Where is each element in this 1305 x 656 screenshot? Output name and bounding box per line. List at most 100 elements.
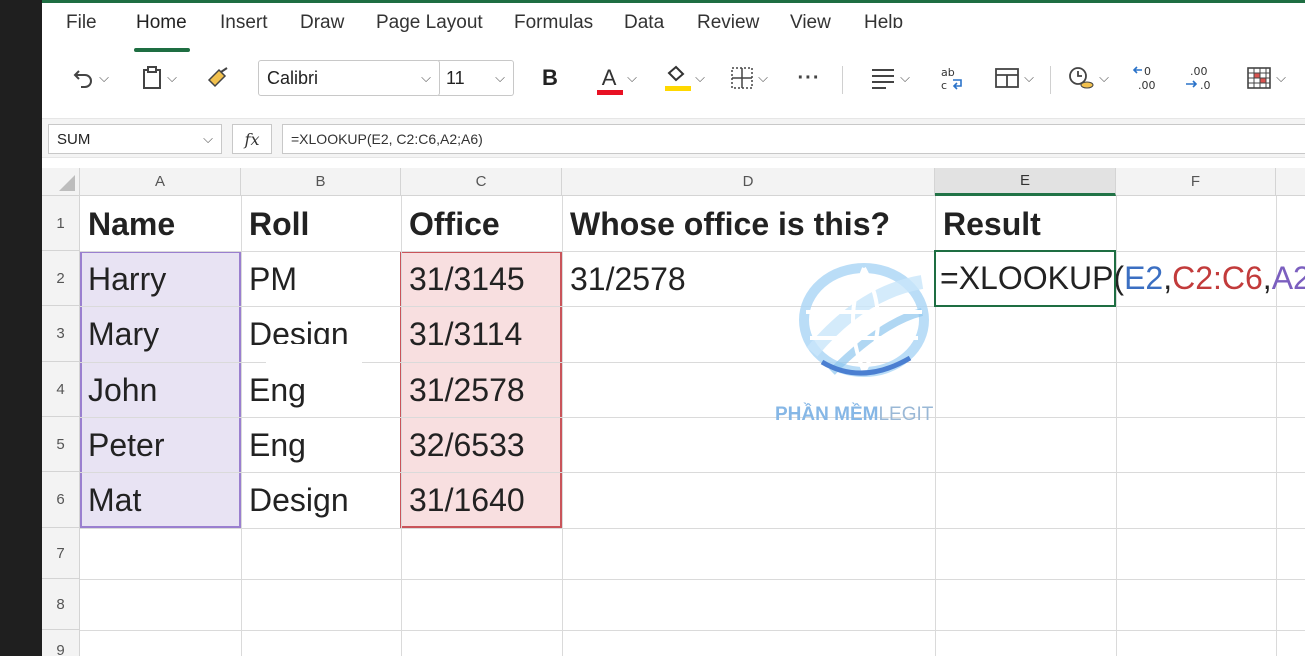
cell-c5[interactable]: 32/6533 bbox=[401, 418, 562, 472]
watermark-text: PHẦN MỀMLEGIT bbox=[775, 404, 933, 426]
globe-logo-icon bbox=[799, 263, 929, 377]
cell-c6[interactable]: 31/1640 bbox=[401, 473, 562, 528]
row-header-5[interactable]: 5 bbox=[42, 417, 80, 472]
row-header-4[interactable]: 4 bbox=[42, 362, 80, 417]
chevron-down-icon: ⌵ bbox=[99, 70, 109, 85]
column-header-next[interactable] bbox=[1276, 168, 1305, 196]
merge-cells-button[interactable]: ⌵ bbox=[986, 62, 1042, 94]
wrap-text-button[interactable]: ab c bbox=[934, 62, 970, 94]
worksheet-grid: A B C D E F 1 2 3 4 5 6 7 8 9 Name Roll … bbox=[42, 168, 1305, 656]
currency-clock-icon bbox=[1069, 67, 1094, 89]
tab-formulas[interactable]: Formulas bbox=[514, 12, 593, 34]
borders-button[interactable]: ⌵ bbox=[724, 62, 774, 94]
cell-c3[interactable]: 31/3114 bbox=[401, 307, 562, 362]
toolbar-divider bbox=[1050, 66, 1051, 94]
formula-comma: , bbox=[1163, 260, 1173, 296]
cell-b6[interactable]: Design bbox=[241, 473, 401, 528]
chevron-down-icon: ⌵ bbox=[758, 70, 768, 85]
formula-ref-c2-c6: C2:C6 bbox=[1172, 260, 1263, 296]
row-header-6[interactable]: 6 bbox=[42, 472, 80, 528]
clipboard-icon bbox=[143, 66, 162, 89]
chevron-down-icon: ⌵ bbox=[495, 70, 505, 85]
cell-c2[interactable]: 31/3145 bbox=[401, 252, 562, 306]
formula-comma: , bbox=[1262, 260, 1272, 296]
tab-insert[interactable]: Insert bbox=[220, 12, 268, 34]
row-header-8[interactable]: 8 bbox=[42, 579, 80, 630]
cell-d1[interactable]: Whose office is this? bbox=[562, 197, 935, 251]
chevron-down-icon: ⌵ bbox=[627, 70, 637, 85]
cell-e1[interactable]: Result bbox=[935, 197, 1116, 251]
undo-button[interactable]: ⌵ bbox=[62, 62, 118, 94]
chevron-down-icon: ⌵ bbox=[1276, 70, 1286, 85]
formula-ref-a2: A2; bbox=[1271, 260, 1305, 296]
ribbon-toolbar: ⌵ ⌵ Calibri ⌵ 11 ⌵ B A ⌵ ⌵ ⌵ ··· ⌵ ab c … bbox=[42, 52, 1305, 104]
cell-a6[interactable]: Mat bbox=[80, 473, 241, 528]
increase-decimal-button[interactable]: 0.00 bbox=[1128, 62, 1166, 94]
excel-window: File Home Insert Draw Page Layout Formul… bbox=[42, 0, 1305, 656]
toolbar-divider bbox=[842, 66, 843, 94]
tab-draw[interactable]: Draw bbox=[300, 12, 344, 34]
svg-text:0: 0 bbox=[1144, 65, 1151, 78]
paint-bucket-icon bbox=[663, 65, 692, 91]
font-size-box[interactable]: 11 ⌵ bbox=[438, 60, 514, 96]
formula-input[interactable]: =XLOOKUP(E2, C2:C6,A2;A6) bbox=[282, 124, 1305, 154]
font-color-letter: A bbox=[601, 65, 617, 90]
paste-button[interactable]: ⌵ bbox=[134, 62, 184, 94]
wrap-text-icon: abc bbox=[941, 66, 962, 91]
chevron-down-icon: ⌵ bbox=[203, 131, 213, 146]
tab-home[interactable]: Home bbox=[136, 12, 187, 34]
row-header-3[interactable]: 3 bbox=[42, 306, 80, 362]
cell-a2[interactable]: Harry bbox=[80, 252, 241, 306]
merge-cells-icon bbox=[995, 68, 1019, 88]
tab-page-layout[interactable]: Page Layout bbox=[376, 12, 483, 34]
row-header-1[interactable]: 1 bbox=[42, 196, 80, 251]
cell-a5[interactable]: Peter bbox=[80, 418, 241, 472]
column-header-e[interactable]: E bbox=[935, 168, 1116, 196]
svg-text:.00: .00 bbox=[1190, 65, 1208, 78]
fill-color-button[interactable]: ⌵ bbox=[656, 62, 712, 94]
title-accent-bar bbox=[42, 0, 1305, 3]
row-header-2[interactable]: 2 bbox=[42, 251, 80, 306]
row-header-7[interactable]: 7 bbox=[42, 528, 80, 579]
more-options-button[interactable]: ··· bbox=[790, 62, 828, 94]
row-header-9[interactable]: 9 bbox=[42, 630, 80, 656]
chevron-down-icon: ⌵ bbox=[421, 70, 431, 85]
chevron-down-icon: ⌵ bbox=[1099, 70, 1109, 85]
font-color-button[interactable]: A ⌵ bbox=[588, 62, 644, 95]
cell-a3[interactable]: Mary bbox=[80, 307, 241, 362]
column-header-f[interactable]: F bbox=[1116, 168, 1276, 196]
svg-text:.00: .00 bbox=[1138, 79, 1156, 92]
chevron-down-icon: ⌵ bbox=[1024, 70, 1034, 85]
bold-button[interactable]: B bbox=[532, 62, 568, 94]
format-painter-button[interactable] bbox=[200, 62, 236, 94]
svg-text:c: c bbox=[941, 79, 947, 91]
cell-a1[interactable]: Name bbox=[80, 197, 241, 251]
cell-b1[interactable]: Roll bbox=[241, 197, 401, 251]
select-all-button[interactable] bbox=[42, 168, 80, 196]
name-box[interactable]: SUM ⌵ bbox=[48, 124, 222, 154]
chevron-down-icon: ⌵ bbox=[900, 70, 910, 85]
chevron-down-icon: ⌵ bbox=[695, 70, 705, 85]
insert-function-button[interactable]: fx bbox=[232, 124, 272, 154]
undo-icon bbox=[73, 70, 93, 88]
column-header-a[interactable]: A bbox=[80, 168, 241, 196]
tab-file[interactable]: File bbox=[66, 12, 97, 34]
cell-c4[interactable]: 31/2578 bbox=[401, 363, 562, 417]
column-header-d[interactable]: D bbox=[562, 168, 935, 196]
conditional-format-button[interactable]: ⌵ bbox=[1238, 62, 1294, 94]
cell-c1[interactable]: Office bbox=[401, 197, 562, 251]
cell-b4[interactable]: Eng bbox=[241, 363, 401, 417]
column-header-c[interactable]: C bbox=[401, 168, 562, 196]
number-format-button[interactable]: ⌵ bbox=[1060, 62, 1116, 94]
decrease-decimal-button[interactable]: .00.0 bbox=[1180, 62, 1220, 94]
svg-text:ab: ab bbox=[941, 66, 955, 79]
font-name-box[interactable]: Calibri ⌵ bbox=[258, 60, 440, 96]
cell-b2[interactable]: PM bbox=[241, 252, 401, 306]
align-button[interactable]: ⌵ bbox=[862, 62, 918, 94]
column-header-b[interactable]: B bbox=[241, 168, 401, 196]
borders-icon bbox=[731, 67, 753, 89]
cell-b5[interactable]: Eng bbox=[241, 418, 401, 472]
font-name-value: Calibri bbox=[267, 67, 319, 88]
cell-a4[interactable]: John bbox=[80, 363, 241, 417]
decrease-decimal-icon: .00.0 bbox=[1186, 65, 1211, 92]
